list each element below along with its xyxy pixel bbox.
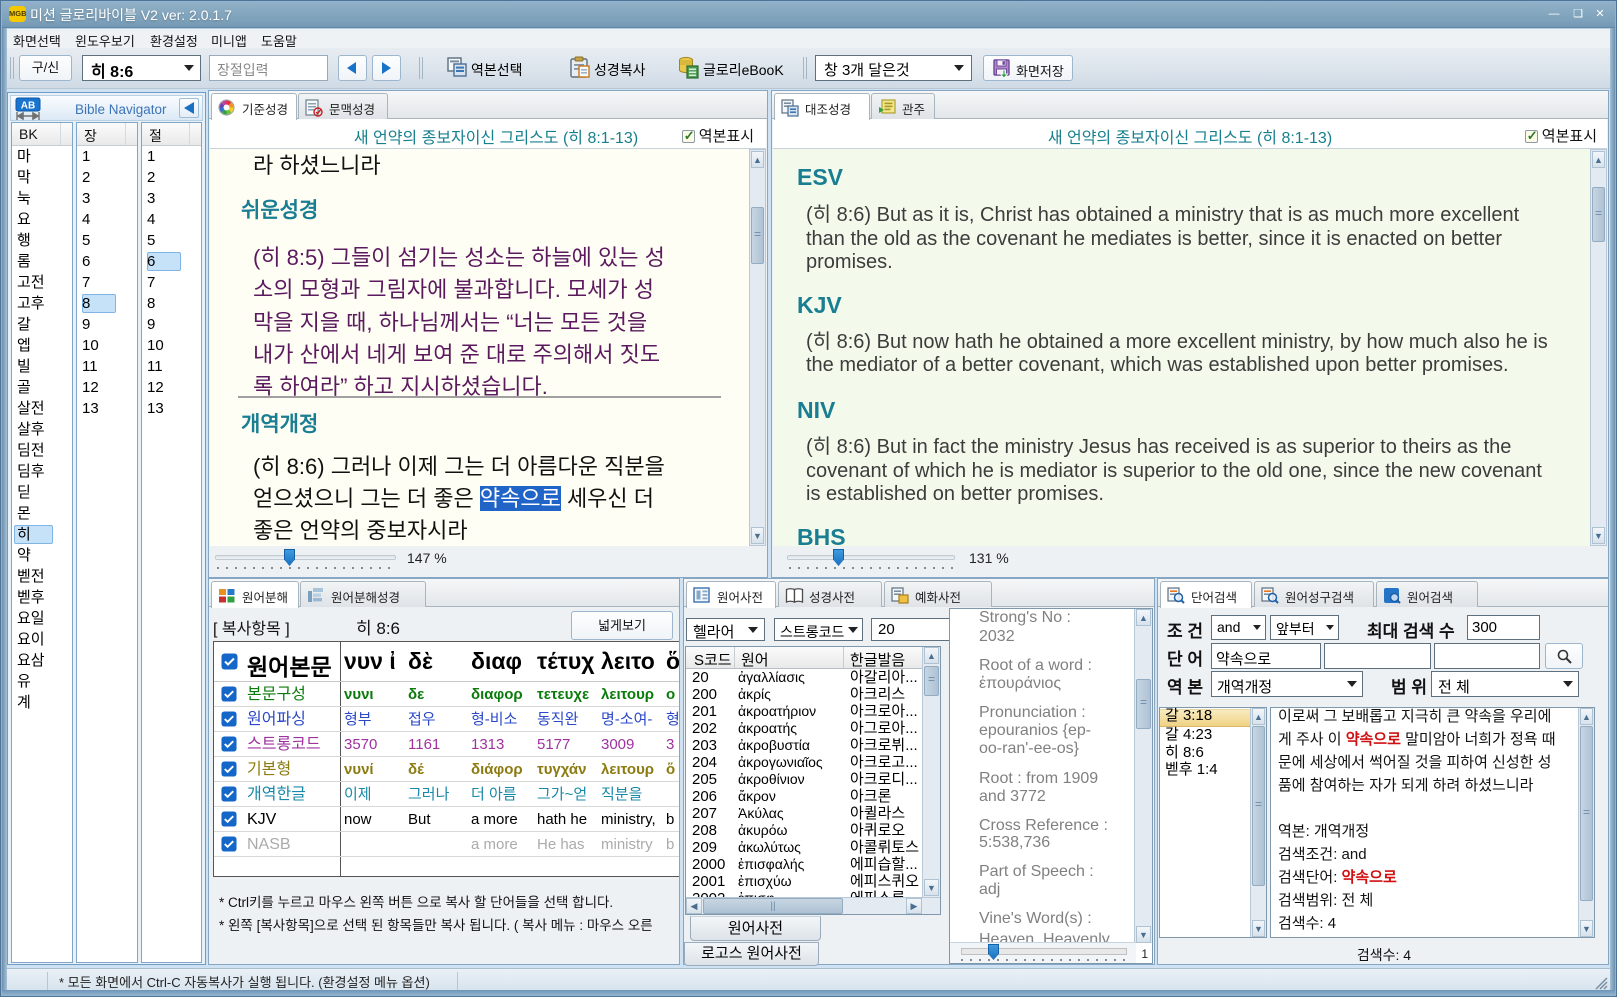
svg-text:AB: AB xyxy=(21,101,35,112)
